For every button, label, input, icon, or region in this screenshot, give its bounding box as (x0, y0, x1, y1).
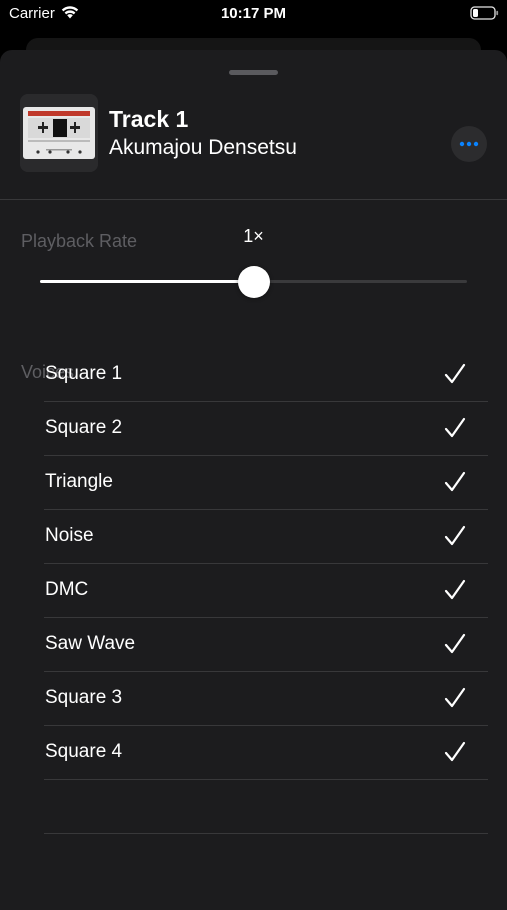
battery-icon (470, 6, 499, 20)
header-divider (0, 199, 507, 200)
voice-label: Noise (45, 525, 94, 546)
checkmark-icon (444, 363, 466, 384)
checkmark-icon (444, 633, 466, 654)
checkmark-icon (444, 687, 466, 708)
voice-row[interactable]: Saw Wave (44, 618, 488, 672)
cassette-tape-icon (20, 94, 98, 172)
voice-row[interactable]: Square 4 (44, 726, 488, 780)
checkmark-icon (444, 579, 466, 600)
playback-rate-value: 1× (243, 226, 264, 246)
voice-row[interactable]: Square 1 (44, 348, 488, 402)
voice-label: Square 1 (45, 363, 123, 384)
ellipsis-icon (459, 141, 479, 147)
playback-rate-slider[interactable] (40, 264, 467, 300)
voice-row[interactable]: Noise (44, 510, 488, 564)
bottom-divider (44, 833, 488, 834)
voice-label: Square 3 (45, 687, 123, 708)
voice-label: Square 4 (45, 741, 123, 762)
voice-label: Saw Wave (45, 633, 136, 654)
sheet-grabber[interactable] (229, 70, 278, 75)
voice-row[interactable]: DMC (44, 564, 488, 618)
voice-row[interactable]: Square 2 (44, 402, 488, 456)
track-title: Track 1 (109, 106, 189, 132)
track-header: Track 1 Akumajou Densetsu (0, 94, 507, 178)
voice-row[interactable]: Square 3 (44, 672, 488, 726)
voice-label: Triangle (45, 471, 113, 492)
voices-list: Square 1 Square 2 Triangle Noise DMC Saw Wave… (44, 348, 488, 780)
status-bar: Carrier 10:17 PM (0, 0, 507, 30)
slider-thumb[interactable] (238, 266, 270, 298)
more-options-button[interactable] (451, 126, 487, 162)
checkmark-icon (444, 741, 466, 762)
slider-fill (40, 280, 254, 283)
track-subtitle: Akumajou Densetsu (109, 136, 297, 159)
status-time: 10:17 PM (220, 5, 287, 22)
checkmark-icon (444, 471, 466, 492)
checkmark-icon (444, 417, 466, 438)
voice-label: Square 2 (45, 417, 123, 438)
checkmark-icon (444, 525, 466, 546)
voice-row[interactable]: Triangle (44, 456, 488, 510)
voice-label: DMC (45, 579, 89, 600)
